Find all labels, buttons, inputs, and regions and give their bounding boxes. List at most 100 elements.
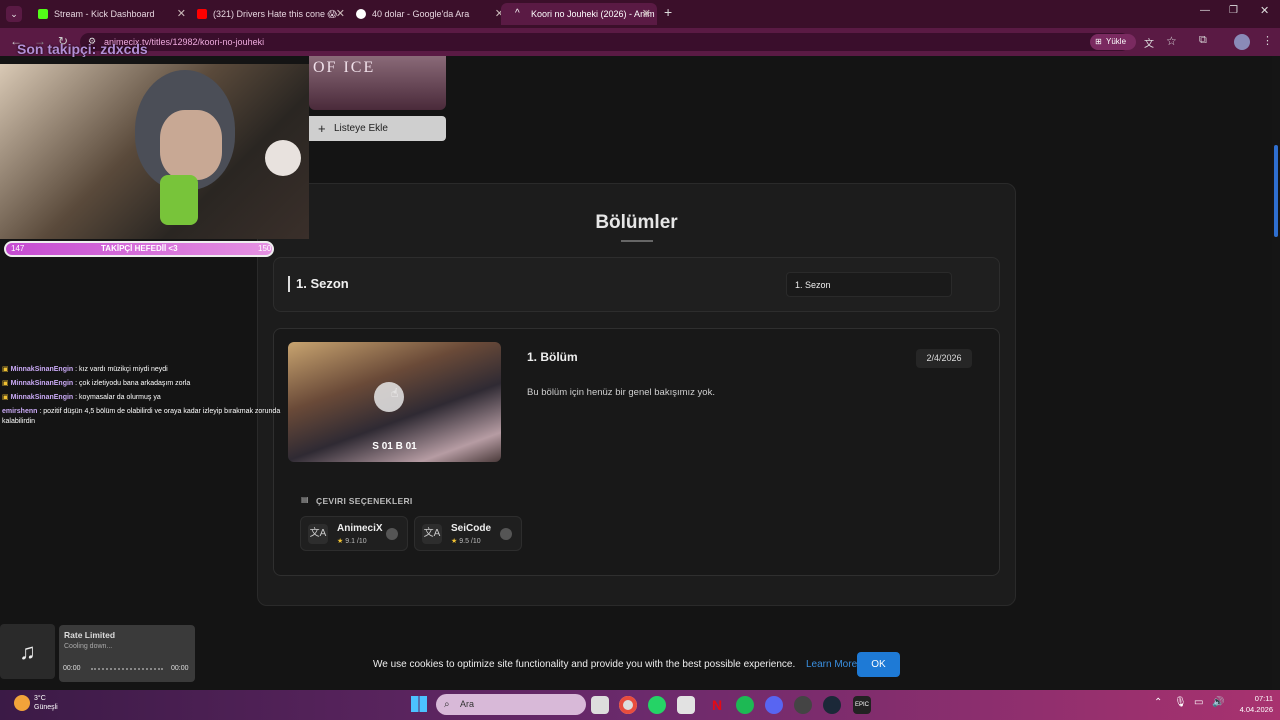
- whatsapp-icon[interactable]: [648, 696, 666, 714]
- episode-code: S 01 B 01: [372, 441, 417, 452]
- episode-title[interactable]: 1. Bölüm: [527, 350, 578, 364]
- section-title: Bölümler: [595, 212, 678, 233]
- webcam-bottle: [160, 175, 198, 225]
- music-time-end: 00:00: [171, 665, 189, 672]
- season-title: 1. Sezon: [296, 276, 349, 291]
- extensions-icon[interactable]: ⧉: [1199, 34, 1207, 47]
- tray-chevron-icon[interactable]: ⌃: [1154, 697, 1162, 708]
- chat-message: ▣ MinnakSinanEngin : çok izletiyodu bana…: [0, 377, 285, 391]
- close-icon[interactable]: ✕: [642, 3, 651, 25]
- epic-games-icon[interactable]: EPIC: [853, 696, 871, 714]
- music-widget: Rate Limited Cooling down... 00:00 00:00: [59, 625, 195, 682]
- chat-overlay: ▣ MinnakSinanEngin : kız vardı müzikçi m…: [0, 363, 285, 429]
- tab-animecix[interactable]: ^ Koori no Jouheki (2026) - Anim ✕: [501, 3, 657, 25]
- chat-message: ▣ MinnakSinanEngin : kız vardı müzikçi m…: [0, 363, 285, 377]
- play-icon: [386, 528, 398, 540]
- file-explorer-icon[interactable]: [591, 696, 609, 714]
- episode-description: Bu bölüm için henüz bir genel bakışımız …: [527, 387, 715, 398]
- tab-google-search[interactable]: 40 dolar - Google'da Ara ✕: [342, 3, 510, 25]
- new-tab-button[interactable]: +: [664, 4, 672, 20]
- install-icon: ⊞: [1095, 37, 1102, 46]
- weather-widget[interactable]: 3°C Güneşli: [34, 694, 58, 712]
- chat-text: : kız vardı müzikçi miydi neydi: [75, 366, 168, 373]
- clock-time: 07:11: [1254, 694, 1273, 703]
- rating-value: 9.5: [459, 538, 469, 545]
- chrome-icon[interactable]: [619, 696, 637, 714]
- close-window-button[interactable]: ✕: [1260, 4, 1269, 17]
- translation-option[interactable]: 文A AnimeciX ★ 9.1 /10: [300, 516, 408, 551]
- install-button[interactable]: ⊞ Yükle: [1090, 34, 1136, 50]
- translator-rating: ★ 9.1 /10: [337, 537, 367, 545]
- tab-title: (321) Drivers Hate this cone 😱: [213, 9, 337, 19]
- microphone-icon[interactable]: 🎙: [1174, 697, 1187, 708]
- avatar[interactable]: [1234, 34, 1250, 50]
- mouse-cursor-icon: ☝: [391, 386, 399, 400]
- title-underline: [621, 240, 653, 242]
- google-icon: [356, 9, 366, 19]
- add-to-list-button[interactable]: + Listeye Ekle: [309, 116, 446, 141]
- music-title: Rate Limited: [64, 630, 116, 640]
- webcam-teddy-bear: [265, 140, 301, 176]
- chat-user: MinnakSinanEngin: [10, 394, 74, 401]
- browser-tab-bar: ⌄ Stream - Kick Dashboard ✕ (321) Driver…: [0, 0, 1280, 28]
- webcam-face: [160, 110, 222, 180]
- chat-user: emirshenn: [2, 408, 38, 415]
- season-select[interactable]: 1. Sezon: [786, 272, 952, 297]
- rating-value: 9.1: [345, 538, 355, 545]
- chat-text: : çok izletiyodu bana arkadaşım zorla: [75, 380, 191, 387]
- youtube-icon: [197, 9, 207, 19]
- star-icon: ★: [337, 538, 344, 545]
- chat-text: : pozitif düşün 4,5 bölüm de olabilirdi …: [2, 408, 281, 425]
- volume-icon[interactable]: 🔊: [1212, 697, 1224, 708]
- rating-scale: /10: [470, 538, 481, 545]
- tab-title: Stream - Kick Dashboard: [54, 9, 155, 19]
- taskbar-search[interactable]: ⌕ Ara: [436, 694, 586, 715]
- subtitles-icon: ▤: [301, 495, 309, 504]
- play-icon[interactable]: [374, 382, 404, 412]
- music-status: Cooling down...: [64, 643, 113, 650]
- translate-icon: 文A: [308, 524, 328, 544]
- tab-list-button[interactable]: ⌄: [6, 6, 22, 22]
- play-icon: [500, 528, 512, 540]
- tab-title: Koori no Jouheki (2026) - Anim: [531, 9, 655, 19]
- rating-scale: /10: [356, 538, 367, 545]
- chat-message: emirshenn : pozitif düşün 4,5 bölüm de o…: [0, 405, 285, 429]
- discord-icon[interactable]: [765, 696, 783, 714]
- obs-icon[interactable]: [794, 696, 812, 714]
- translation-option[interactable]: 文A SeiCode ★ 9.5 /10: [414, 516, 522, 551]
- taskbar-clock[interactable]: 07:11 4.04.2026: [1233, 693, 1273, 715]
- chat-badge-icon: ▣: [2, 366, 9, 373]
- windows-start-icon[interactable]: [411, 696, 427, 712]
- learn-more-link[interactable]: Learn More: [806, 659, 857, 670]
- cookie-text: We use cookies to optimize site function…: [373, 659, 796, 670]
- star-icon: ★: [451, 538, 458, 545]
- bookmark-star-icon[interactable]: ☆: [1166, 34, 1177, 48]
- windows-taskbar: [0, 690, 1280, 720]
- search-placeholder: Ara: [460, 699, 475, 709]
- translate-icon[interactable]: 文: [1144, 35, 1154, 50]
- music-note-icon: ♫: [0, 624, 55, 679]
- last-follower-text: Son takipçi: zdxcds: [17, 41, 148, 57]
- weather-icon[interactable]: [14, 695, 30, 711]
- music-progress-track: [91, 668, 163, 671]
- spotify-icon[interactable]: [736, 696, 754, 714]
- netflix-icon[interactable]: N: [708, 696, 726, 714]
- cookie-ok-button[interactable]: OK: [857, 652, 900, 677]
- goal-target: 150: [258, 244, 272, 253]
- chat-user: MinnakSinanEngin: [10, 366, 74, 373]
- plus-icon: +: [318, 121, 326, 136]
- network-icon[interactable]: ▭: [1194, 697, 1203, 708]
- translator-name: AnimeciX: [337, 523, 383, 534]
- steam-icon[interactable]: [823, 696, 841, 714]
- goal-current: 147: [11, 244, 25, 253]
- menu-icon[interactable]: ⋮: [1262, 34, 1273, 47]
- tab-youtube[interactable]: (321) Drivers Hate this cone 😱 ✕: [183, 3, 351, 25]
- minimize-button[interactable]: —: [1200, 5, 1210, 16]
- weather-desc: Güneşli: [34, 704, 58, 711]
- weather-temp: 3°C: [34, 695, 46, 702]
- tab-kick-dashboard[interactable]: Stream - Kick Dashboard ✕: [24, 3, 192, 25]
- snipping-tool-icon[interactable]: [677, 696, 695, 714]
- restore-button[interactable]: ❐: [1229, 5, 1238, 16]
- scrollbar-thumb[interactable]: [1274, 145, 1278, 237]
- animecix-icon: ^: [515, 8, 520, 19]
